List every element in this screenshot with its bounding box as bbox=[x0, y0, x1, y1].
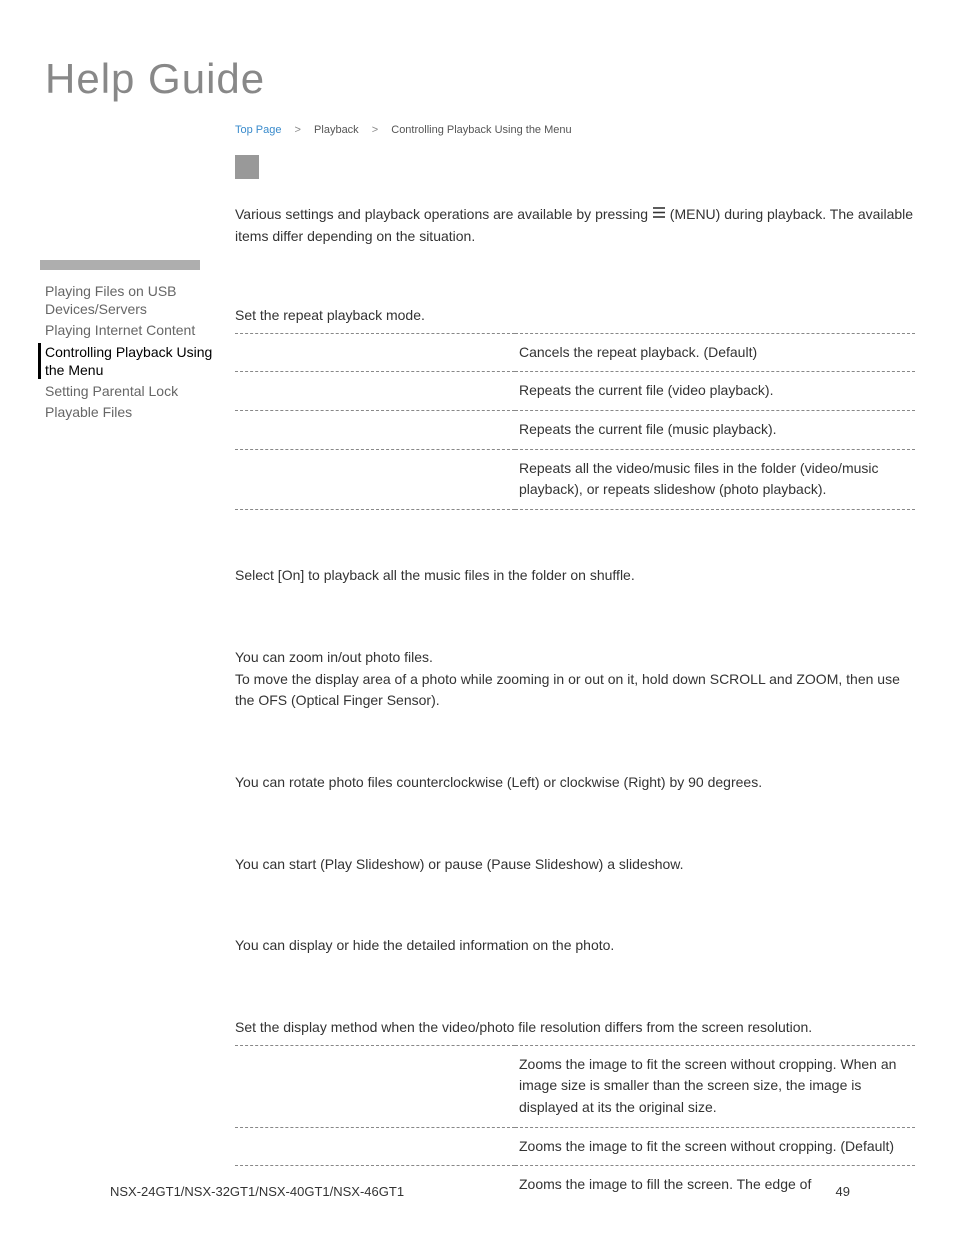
repeat-desc: Set the repeat playback mode. bbox=[235, 305, 915, 327]
table-row: Repeats the current file (video playback… bbox=[235, 372, 915, 411]
breadcrumb-mid: Playback bbox=[314, 124, 359, 136]
breadcrumb: Top Page > Playback > Controlling Playba… bbox=[235, 124, 572, 136]
display-table: Zooms the image to fit the screen withou… bbox=[235, 1045, 915, 1167]
display-row-desc: Zooms the image to fit the screen withou… bbox=[515, 1127, 915, 1166]
breadcrumb-sep: > bbox=[295, 124, 301, 136]
table-row: Repeats all the video/music files in the… bbox=[235, 449, 915, 509]
rotate-desc: You can rotate photo files counterclockw… bbox=[235, 772, 915, 794]
table-row: Cancels the repeat playback. (Default) bbox=[235, 333, 915, 372]
footer: NSX-24GT1/NSX-32GT1/NSX-40GT1/NSX-46GT1 … bbox=[110, 1184, 850, 1199]
display-desc: Set the display method when the video/ph… bbox=[235, 1017, 915, 1039]
info-desc: You can display or hide the detailed inf… bbox=[235, 935, 915, 957]
sidebar-item-playable[interactable]: Playable Files bbox=[45, 403, 215, 421]
sidebar-header-bar bbox=[40, 260, 200, 270]
sidebar: Playing Files on USB Devices/Servers Pla… bbox=[45, 282, 215, 424]
footer-model: NSX-24GT1/NSX-32GT1/NSX-40GT1/NSX-46GT1 bbox=[110, 1184, 404, 1199]
repeat-row-desc: Repeats all the video/music files in the… bbox=[515, 449, 915, 509]
heading-icon-placeholder bbox=[235, 155, 259, 179]
intro-paragraph: Various settings and playback operations… bbox=[235, 204, 915, 248]
breadcrumb-top-link[interactable]: Top Page bbox=[235, 124, 281, 136]
repeat-table: Cancels the repeat playback. (Default) R… bbox=[235, 333, 915, 510]
repeat-row-desc: Repeats the current file (music playback… bbox=[515, 411, 915, 450]
intro-text-a: Various settings and playback operations… bbox=[235, 206, 652, 222]
sidebar-item-usb[interactable]: Playing Files on USB Devices/Servers bbox=[45, 282, 215, 318]
slideshow-desc: You can start (Play Slideshow) or pause … bbox=[235, 854, 915, 876]
page-title: Help Guide bbox=[45, 55, 265, 103]
sidebar-item-parental[interactable]: Setting Parental Lock bbox=[45, 382, 215, 400]
sidebar-item-internet[interactable]: Playing Internet Content bbox=[45, 321, 215, 339]
display-row-desc: Zooms the image to fit the screen withou… bbox=[515, 1045, 915, 1127]
table-row: Zooms the image to fit the screen withou… bbox=[235, 1045, 915, 1127]
table-row: Zooms the image to fit the screen withou… bbox=[235, 1127, 915, 1166]
table-row: Repeats the current file (music playback… bbox=[235, 411, 915, 450]
footer-page-number: 49 bbox=[836, 1184, 850, 1199]
menu-icon bbox=[652, 203, 666, 225]
breadcrumb-sep: > bbox=[372, 124, 378, 136]
repeat-row-desc: Cancels the repeat playback. (Default) bbox=[515, 333, 915, 372]
sidebar-item-controlling[interactable]: Controlling Playback Using the Menu bbox=[45, 343, 215, 379]
zoom-desc: You can zoom in/out photo files. To move… bbox=[235, 647, 915, 712]
shuffle-desc: Select [On] to playback all the music fi… bbox=[235, 565, 915, 587]
main-content: Set the repeat playback mode. Cancels th… bbox=[235, 305, 915, 1196]
repeat-row-desc: Repeats the current file (video playback… bbox=[515, 372, 915, 411]
breadcrumb-leaf: Controlling Playback Using the Menu bbox=[391, 124, 571, 136]
